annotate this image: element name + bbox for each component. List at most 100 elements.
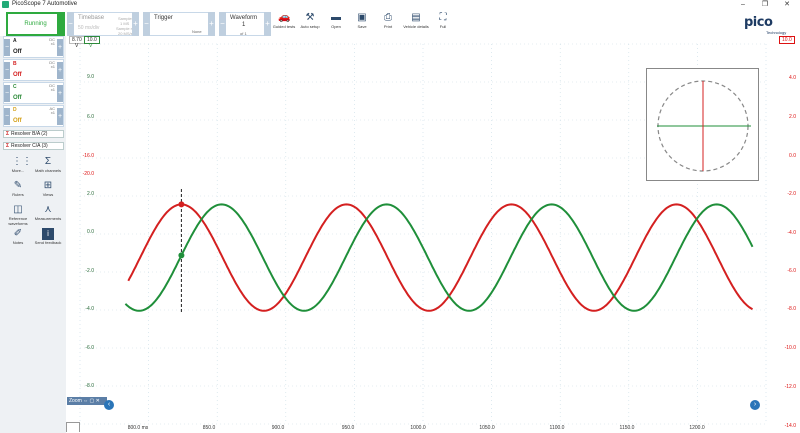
waveform-next-button[interactable]: + — [264, 12, 271, 36]
scroll-left-button[interactable]: ‹ — [104, 400, 114, 410]
measurements-button[interactable]: ⋏ Measurements — [34, 204, 62, 228]
right-axis-tick-label: -6.0 — [787, 268, 796, 274]
minimize-button[interactable]: – — [736, 0, 750, 9]
sigma-icon: Σ — [44, 156, 52, 167]
vehicle-details-button[interactable]: ▤ Vehicle details — [403, 11, 429, 35]
channel-c-range-up[interactable]: + — [57, 85, 63, 102]
scroll-right-button[interactable]: › — [750, 400, 760, 410]
trigger-value: None — [192, 29, 202, 34]
left-axis-unit-c: V — [89, 43, 93, 49]
pico-logo: pico — [744, 15, 773, 30]
reference-waveforms-button[interactable]: ◫ Reference waveforms — [4, 204, 32, 228]
right-axis-tick-label: 2.0 — [789, 114, 796, 120]
x-axis-tick-label: 1150.0 — [620, 425, 635, 431]
channel-a-control[interactable]: − A Off DC x1 + — [3, 36, 64, 58]
open-label: Open — [331, 24, 341, 29]
close-button[interactable]: ✕ — [780, 0, 794, 9]
save-button[interactable]: ▣ Save — [349, 11, 375, 35]
reference-icon: ◫ — [13, 204, 23, 215]
notes-icon: ✐ — [13, 228, 23, 239]
channel-a-name: A — [13, 38, 17, 44]
waveform-prev-button[interactable]: − — [219, 12, 226, 36]
document-icon: ▤ — [411, 12, 421, 23]
x-axis-tick-label: 900.0 — [272, 425, 285, 431]
channel-tab-button[interactable] — [66, 422, 80, 432]
channel-c-control[interactable]: − C Off DC x1 + — [3, 82, 64, 104]
rulers-button[interactable]: ✎ Rulers — [4, 180, 32, 204]
x-axis-tick-label: 950.0 — [342, 425, 355, 431]
right-axis-tick-label: -2.0 — [787, 191, 796, 197]
auto-setup-label: Auto setup — [300, 24, 320, 29]
auto-setup-button[interactable]: ⚒ Auto setup — [297, 11, 323, 35]
resolver-b-a-label: Resolver B/A (2) — [11, 131, 48, 137]
ruler-marker-channel-c — [178, 252, 185, 259]
right-axis-tick-label: 0.0 — [789, 153, 796, 159]
resolver-b-a-item[interactable]: Σ Resolver B/A (2) — [3, 130, 64, 138]
channel-b-name: B — [13, 61, 17, 67]
channel-a-range-down[interactable]: − — [4, 39, 10, 56]
folder-icon: ▬ — [331, 12, 341, 23]
waveform-channel-b — [127, 203, 753, 312]
more-label: More... — [11, 168, 25, 173]
more-button[interactable]: ⋮⋮ More... — [4, 156, 32, 180]
channel-b-range-down[interactable]: − — [4, 62, 10, 79]
channel-c-name: C — [13, 84, 17, 90]
scope-view[interactable]: 9.0 6.0 -16.0 -20.0 2.0 0.0 -2.0 -4.0 -6.0 -8.0 4.… — [66, 36, 800, 433]
left-axis-tick-label: -8.0 — [85, 383, 94, 389]
open-button[interactable]: ▬ Open — [323, 11, 349, 35]
ruler-marker-channel-b — [178, 201, 185, 208]
xy-view-panel[interactable] — [646, 68, 759, 181]
notes-label: Notes — [12, 240, 24, 245]
notes-button[interactable]: ✐ Notes — [4, 228, 32, 252]
channel-d-name: D — [13, 107, 17, 113]
x-axis-tick-label: 850.0 — [203, 425, 216, 431]
rulers-label: Rulers — [12, 192, 24, 197]
channel-b-range-chip[interactable]: 10.0 — [779, 36, 795, 44]
fullscreen-label: Full — [439, 24, 447, 29]
guided-tests-button[interactable]: 🚗 Guided tests — [271, 11, 297, 35]
measure-icon: ⋏ — [44, 204, 52, 215]
guided-tests-label: Guided tests — [272, 24, 296, 29]
toolbar: Running − Timebase 50 ms/div Samples 1 M… — [0, 9, 800, 36]
timebase-increase-button[interactable]: + — [132, 12, 139, 36]
views-button[interactable]: ⊞ Views — [34, 180, 62, 204]
print-icon: ⎙ — [384, 12, 392, 23]
print-button[interactable]: ⎙ Print — [375, 11, 401, 35]
channel-b-range-up[interactable]: + — [57, 62, 63, 79]
trigger-increase-button[interactable]: + — [208, 12, 215, 36]
maximize-button[interactable]: ❐ — [758, 0, 772, 9]
save-label: Save — [357, 24, 367, 29]
feedback-icon: i — [42, 228, 54, 240]
right-axis-tick-label: -4.0 — [787, 230, 796, 236]
resolver-c-a-item[interactable]: Σ Resolver C/A (3) — [3, 142, 64, 150]
channel-b-state: Off — [13, 72, 22, 78]
channel-d-range-down[interactable]: − — [4, 108, 10, 125]
timebase-value: 50 ms/div — [78, 25, 100, 31]
waveform-number: 1 — [242, 22, 246, 28]
channel-d-range-up[interactable]: + — [57, 108, 63, 125]
trigger-decrease-button[interactable]: − — [143, 12, 150, 36]
run-stop-button[interactable]: Running — [6, 12, 65, 36]
run-status-label: Running — [24, 21, 47, 27]
window-title: PicoScope 7 Automotive — [12, 1, 78, 7]
zoom-overview-chip[interactable]: Zoom ⇔ ▢ ✕ — [67, 397, 107, 405]
timebase-control[interactable]: − Timebase 50 ms/div Samples 1 MS Sample… — [67, 12, 139, 36]
channel-d-coupling: AC x1 — [49, 106, 55, 115]
timebase-decrease-button[interactable]: − — [67, 12, 74, 36]
fullscreen-button[interactable]: ⛶ Full — [430, 11, 456, 35]
channel-c-range-down[interactable]: − — [4, 85, 10, 102]
right-axis-tick-label: -10.0 — [785, 345, 797, 351]
print-label: Print — [383, 24, 393, 29]
channel-b-control[interactable]: − B Off DC x1 + — [3, 59, 64, 81]
trigger-control[interactable]: − Trigger None + — [143, 12, 215, 36]
reference-waveforms-label: Reference waveforms — [8, 216, 28, 226]
channel-d-control[interactable]: − D Off AC x1 + — [3, 105, 64, 127]
waveform-control[interactable]: − Waveform 1 of 1 + — [219, 12, 271, 36]
left-axis-tick-label: 0.0 — [87, 229, 94, 235]
math-channels-button[interactable]: Σ Math channels — [34, 156, 62, 180]
send-feedback-button[interactable]: i Send feedback — [34, 228, 62, 252]
channel-a-range-up[interactable]: + — [57, 39, 63, 56]
sigma-icon: Σ — [6, 131, 10, 137]
title-bar: PicoScope 7 Automotive – ❐ ✕ — [0, 0, 800, 9]
x-axis-tick-label: 1050.0 — [479, 425, 495, 431]
